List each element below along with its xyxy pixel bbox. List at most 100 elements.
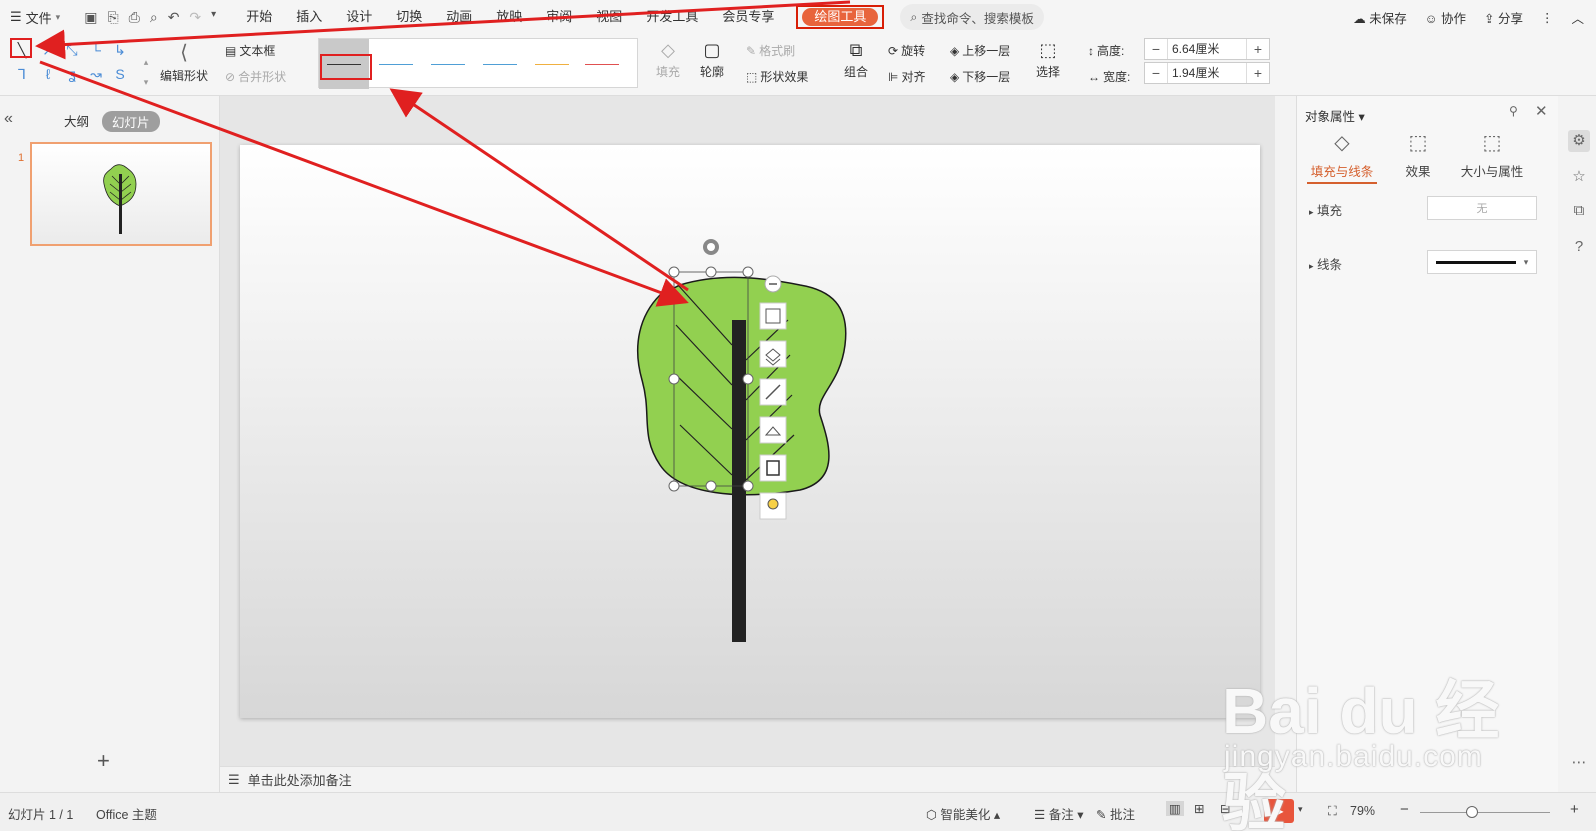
print-icon[interactable]: ⎙ (129, 9, 140, 26)
shape-effects-button[interactable]: ⬚ 形状效果 (746, 68, 808, 85)
minus-icon[interactable]: − (1145, 41, 1167, 57)
rotate-button[interactable]: ⟳ 旋转 (888, 42, 925, 59)
notes-button[interactable]: ☰ 备注 ▾ (1034, 804, 1083, 823)
curve-double-arrow-icon[interactable]: ↝ (86, 64, 106, 84)
file-menu[interactable]: ☰ 文件 ▾ (10, 8, 60, 27)
tab-outline[interactable]: 大纲 (64, 111, 89, 130)
tab-drawing-tools[interactable]: 绘图工具 (796, 5, 885, 29)
unsaved-button[interactable]: ☁ 未保存 (1353, 8, 1407, 27)
tab-member[interactable]: 会员专享 (710, 0, 786, 34)
slide-canvas[interactable] (240, 145, 1260, 718)
panel-title[interactable]: 对象属性 ▾ (1305, 106, 1365, 125)
elbow-shape-icon[interactable]: └ (86, 40, 106, 60)
tab-transitions[interactable]: 切换 (384, 0, 434, 34)
more-icon[interactable]: ⋮ (1541, 10, 1554, 25)
line-style-4[interactable] (483, 64, 517, 65)
collapse-ribbon-icon[interactable]: ︿ (1571, 8, 1584, 27)
merge-shapes-button[interactable]: ⊘ 合并形状 (225, 68, 286, 85)
zoom-in-icon[interactable]: + (1570, 801, 1579, 818)
elbow-arrow-shape-icon[interactable]: ↳ (110, 40, 130, 60)
width-stepper[interactable]: − 1.94厘米 + (1144, 62, 1270, 84)
undo-icon[interactable]: ↶ (168, 9, 180, 26)
tab-developer[interactable]: 开发工具 (634, 0, 710, 34)
notes-bar[interactable]: ☰ 单击此处添加备注 (220, 766, 1275, 792)
redo-icon[interactable]: ↷ (189, 9, 201, 26)
layers-tool-icon[interactable] (759, 340, 787, 368)
properties-icon[interactable]: ⚙ (1568, 130, 1590, 152)
tab-view[interactable]: 视图 (584, 0, 634, 34)
zoom-out-icon[interactable]: − (1400, 801, 1409, 818)
minus-icon[interactable]: − (1145, 65, 1167, 81)
bring-forward-button[interactable]: ◈ 上移一层 (950, 42, 1010, 59)
height-stepper[interactable]: − 6.64厘米 + (1144, 38, 1270, 60)
select-button[interactable]: ⬚ 选择 (1036, 40, 1060, 80)
gallery-scroll-icon[interactable]: ▴ ▾ (136, 52, 156, 87)
plus-icon[interactable]: + (1247, 41, 1269, 57)
line-dropdown[interactable]: ▾ (1427, 250, 1537, 274)
line-style-6[interactable] (585, 64, 619, 65)
tab-animations[interactable]: 动画 (434, 0, 484, 34)
line-style-3[interactable] (431, 64, 465, 65)
plus-icon[interactable]: + (1247, 65, 1269, 81)
line-section[interactable]: ▸ 线条 (1309, 254, 1342, 273)
fill-button[interactable]: ◇ 填充 (656, 40, 680, 80)
collab-button[interactable]: ☺ 协作 (1425, 8, 1466, 27)
curve-arrow-icon[interactable]: ʓ (62, 64, 82, 84)
close-icon[interactable]: ✕ (1535, 102, 1548, 120)
crop-tool-icon[interactable] (759, 302, 787, 330)
double-arrow-shape-icon[interactable]: ⤡ (62, 40, 82, 60)
freeform-icon[interactable]: S (110, 64, 130, 84)
share-button[interactable]: ⇪ 分享 (1484, 8, 1523, 27)
tab-fill-line[interactable]: ◇ 填充与线条 (1307, 130, 1377, 184)
format-painter-button[interactable]: ✎ 格式刷 (746, 42, 795, 59)
tab-slideshow[interactable]: 放映 (484, 0, 534, 34)
tree-trunk[interactable] (732, 320, 746, 642)
textbox-button[interactable]: ▤ 文本框 (225, 42, 275, 59)
tab-review[interactable]: 审阅 (534, 0, 584, 34)
help-icon[interactable]: ? (1568, 236, 1590, 258)
outline-tool-icon[interactable] (759, 454, 787, 482)
collapse-panel-icon[interactable]: « (4, 110, 13, 128)
print-preview-icon[interactable]: ⌕ (150, 9, 158, 26)
width-value[interactable]: 1.94厘米 (1167, 63, 1247, 83)
pin-icon[interactable]: ⚲ (1509, 104, 1518, 118)
command-search[interactable]: ⌕ 查找命令、搜索模板 (900, 4, 1044, 30)
tab-home[interactable]: 开始 (234, 0, 284, 34)
fill-tool-icon[interactable] (759, 416, 787, 444)
theme-name[interactable]: Office 主题 (96, 804, 157, 823)
add-slide-icon[interactable]: + (97, 748, 110, 774)
tab-size-props[interactable]: ⬚ 大小与属性 (1447, 130, 1537, 180)
smart-beautify-button[interactable]: ⬡ 智能美化 ▴ (926, 804, 1000, 823)
tab-effects[interactable]: ⬚ 效果 (1383, 130, 1453, 180)
slide-thumbnail[interactable] (30, 142, 212, 246)
save-icon[interactable]: ▣ (84, 9, 97, 26)
arrow-shape-icon[interactable]: ↗ (38, 40, 58, 60)
group-button[interactable]: ⧉ 组合 (844, 40, 868, 80)
chevron-down-icon[interactable]: ▾ (1298, 804, 1303, 815)
zoom-slider[interactable] (1420, 812, 1550, 813)
send-backward-button[interactable]: ◈ 下移一层 (950, 68, 1010, 85)
align-button[interactable]: ⊫ 对齐 (888, 68, 925, 85)
sorter-view-icon[interactable]: ⊞ (1194, 801, 1204, 816)
tab-slides[interactable]: 幻灯片 (102, 111, 160, 132)
curve-connector-icon[interactable]: ℓ (38, 64, 58, 84)
line-style-5[interactable] (535, 64, 569, 65)
outline-button[interactable]: ▢ 轮廓 (700, 40, 724, 80)
normal-view-icon[interactable]: ▥ (1166, 801, 1184, 816)
fit-window-icon[interactable]: ⛶ (1328, 804, 1337, 819)
line-style-2[interactable] (379, 64, 413, 65)
tab-insert[interactable]: 插入 (284, 0, 334, 34)
more-icon[interactable]: ⋯ (1568, 752, 1590, 774)
transitions-icon[interactable]: ⧉ (1568, 200, 1590, 222)
export-icon[interactable]: ⎘ (107, 9, 118, 26)
customize-icon[interactable]: ▾ (211, 9, 216, 26)
zoom-value[interactable]: 79% (1350, 804, 1375, 818)
edit-shape-button[interactable]: ⟨ 编辑形状 (160, 40, 208, 84)
comments-button[interactable]: ✎ 批注 (1096, 804, 1135, 823)
pin-shape-icon[interactable]: ☆ (1568, 166, 1590, 188)
height-value[interactable]: 6.64厘米 (1167, 39, 1247, 59)
fill-section[interactable]: ▸ 填充 (1309, 200, 1342, 219)
elbow-connector-icon[interactable]: ⅂ (12, 64, 32, 84)
tab-design[interactable]: 设计 (334, 0, 384, 34)
zoom-slider-thumb[interactable] (1466, 806, 1478, 818)
